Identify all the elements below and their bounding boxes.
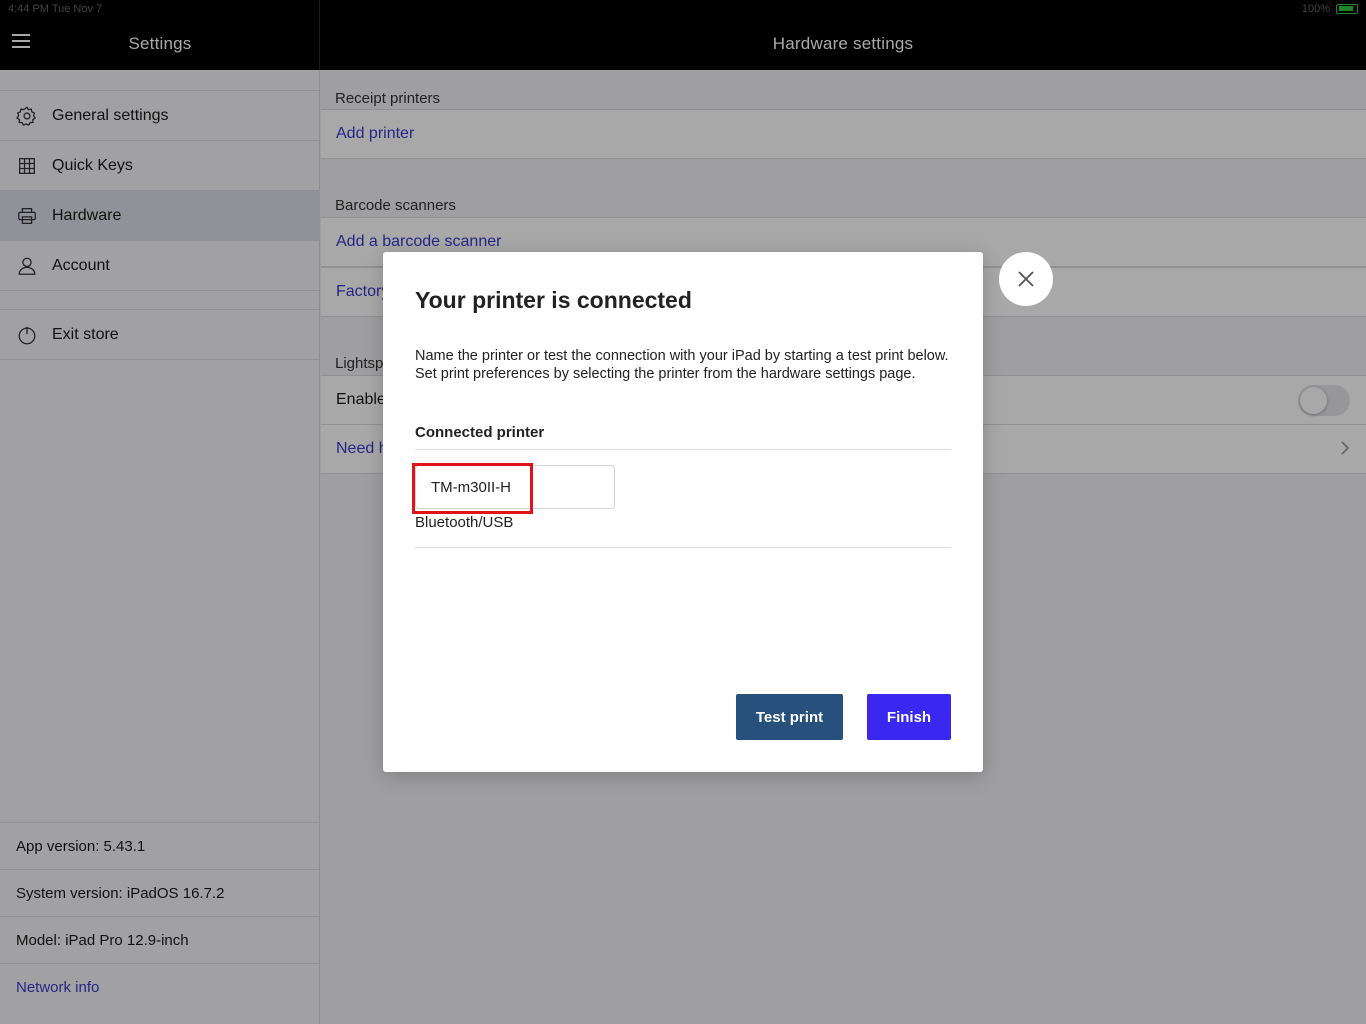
divider — [415, 449, 951, 450]
dialog-description: Name the printer or test the connection … — [415, 348, 949, 382]
close-dialog-button[interactable] — [999, 252, 1053, 306]
connected-printer-label: Connected printer — [415, 424, 545, 441]
printer-name-input[interactable] — [415, 465, 615, 509]
close-icon — [1018, 271, 1034, 287]
dialog-title: Your printer is connected — [415, 287, 692, 313]
test-print-button[interactable]: Test print — [736, 694, 843, 740]
printer-connected-dialog: Your printer is connected Name the print… — [383, 252, 983, 772]
divider — [415, 547, 951, 548]
finish-button[interactable]: Finish — [867, 694, 951, 740]
connection-type: Bluetooth/USB — [415, 514, 514, 531]
